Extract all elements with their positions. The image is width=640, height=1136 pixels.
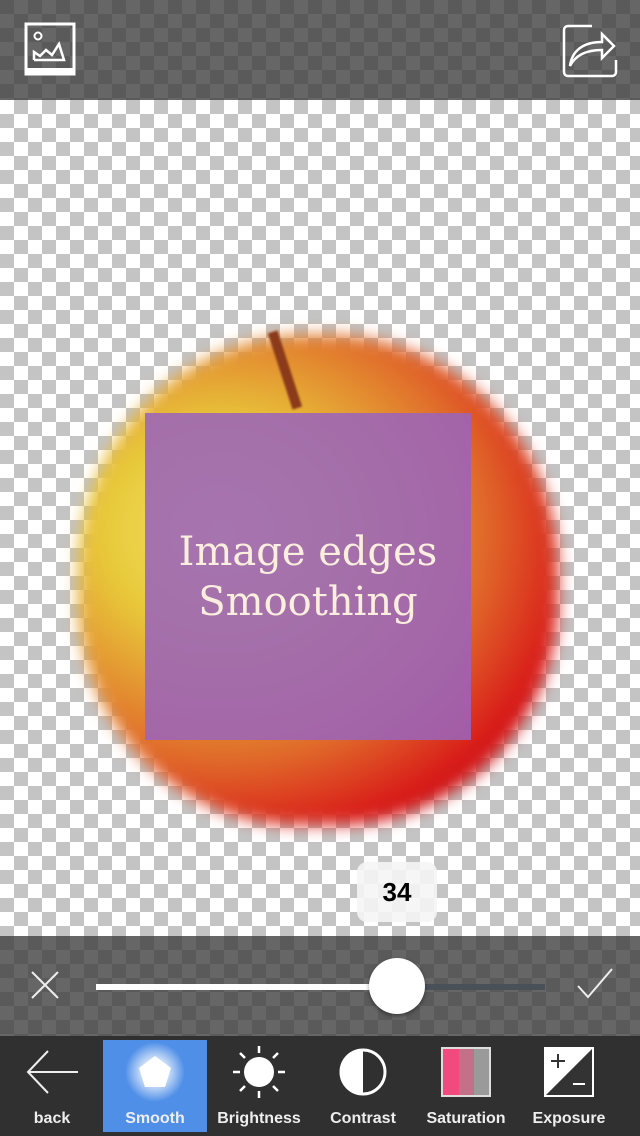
contrast-icon <box>338 1040 388 1104</box>
sun-icon <box>231 1040 287 1104</box>
smooth-slider[interactable] <box>96 984 545 990</box>
tool-back[interactable]: back <box>0 1040 104 1132</box>
tool-label: Exposure <box>532 1110 606 1127</box>
slider-fill <box>96 984 397 990</box>
slider-value-label: 34 <box>357 862 437 922</box>
tool-exposure[interactable]: Exposure <box>517 1040 621 1132</box>
tool-bar: back Smooth Brightness Contrast Saturati… <box>0 1036 640 1136</box>
close-icon[interactable] <box>28 968 62 1007</box>
tool-brightness[interactable]: Brightness <box>207 1040 311 1132</box>
tool-saturation[interactable]: Saturation <box>414 1040 518 1132</box>
pentagon-icon <box>125 1040 185 1104</box>
hint-overlay: Image edges Smoothing <box>145 413 471 740</box>
overlay-line1: Image edges <box>178 528 438 575</box>
share-icon[interactable] <box>562 22 618 78</box>
tool-label: back <box>33 1110 71 1127</box>
arrow-left-icon <box>24 1040 80 1104</box>
exposure-icon <box>543 1040 595 1104</box>
checkmark-icon[interactable] <box>576 966 614 1005</box>
tool-label: Smooth <box>125 1110 185 1127</box>
saturation-icon <box>440 1040 492 1104</box>
image-canvas[interactable]: Image edges Smoothing 34 <box>0 100 640 936</box>
top-bar <box>0 0 640 100</box>
tool-label: Brightness <box>217 1110 301 1127</box>
tool-label: Contrast <box>330 1110 396 1127</box>
gallery-image-icon[interactable] <box>24 22 78 78</box>
slider-thumb[interactable] <box>368 958 425 1014</box>
overlay-line2: Smoothing <box>198 578 418 625</box>
slider-bar <box>0 936 640 1036</box>
tool-contrast[interactable]: Contrast <box>311 1040 415 1132</box>
tool-smooth[interactable]: Smooth <box>103 1040 207 1132</box>
tool-label: Saturation <box>426 1110 506 1127</box>
